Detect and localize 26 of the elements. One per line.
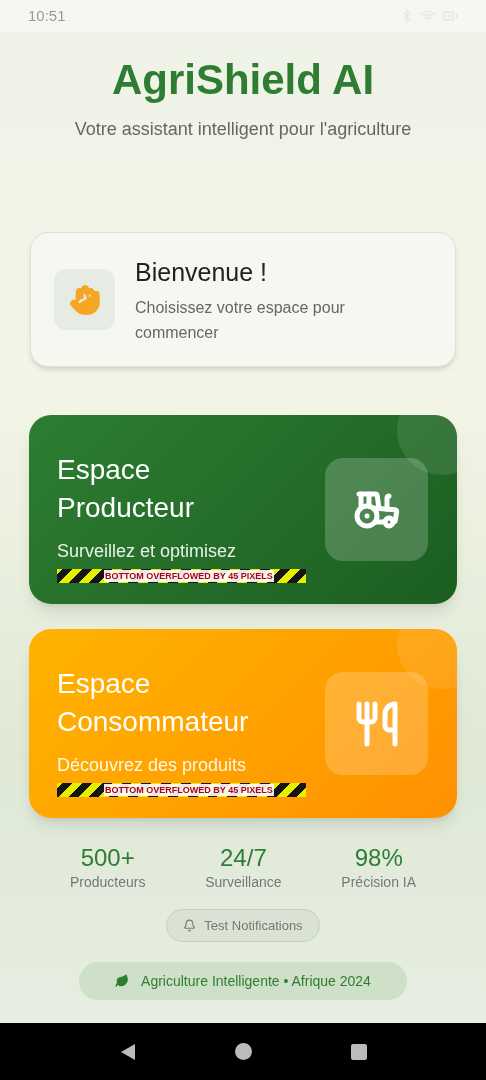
producer-card[interactable]: Espace Producteur Surveillez et optimisez BOTTOM OVERFLOWED BY 45 PIXELS: [29, 415, 457, 604]
app-subtitle: Votre assistant intelligent pour l'agriculture: [74, 118, 412, 141]
stat-label: Surveillance: [205, 873, 282, 892]
bell-icon: [183, 919, 197, 932]
status-time: 10:51: [28, 5, 66, 26]
card-subtitle: Surveillez et optimisez: [57, 539, 238, 563]
leaf-icon: [115, 974, 130, 988]
stat-label: Précision IA: [341, 873, 417, 892]
card-title: Espace Consommateur: [57, 666, 250, 739]
app-title: AgriShield AI: [111, 55, 375, 105]
home-icon[interactable]: [235, 1043, 253, 1060]
stat-value: 98%: [354, 844, 403, 872]
stat-value: 500+: [80, 844, 135, 872]
recents-icon[interactable]: [350, 1043, 367, 1060]
stat-label: Producteurs: [69, 873, 146, 892]
test-notifications-button[interactable]: Test Notifications: [166, 909, 320, 942]
welcome-title: Bienvenue !: [135, 256, 269, 288]
card-title: Espace Producteur: [57, 452, 195, 525]
consumer-card[interactable]: Espace Consommateur Découvrez des produits BOTTOM OVERFLOWED BY 45 PIXELS: [29, 629, 457, 818]
stat-value: 24/7: [220, 844, 267, 872]
overflow-warning: BOTTOM OVERFLOWED BY 45 PIXELS: [57, 782, 306, 797]
footer-text: Agriculture Intelligente • Afrique 2024: [141, 971, 371, 991]
back-icon[interactable]: [119, 1042, 138, 1061]
overflow-warning: BOTTOM OVERFLOWED BY 45 PIXELS: [57, 568, 306, 583]
card-subtitle: Découvrez des produits: [57, 753, 248, 777]
welcome-subtitle: Choisissez votre espace pour commencer: [135, 298, 346, 344]
